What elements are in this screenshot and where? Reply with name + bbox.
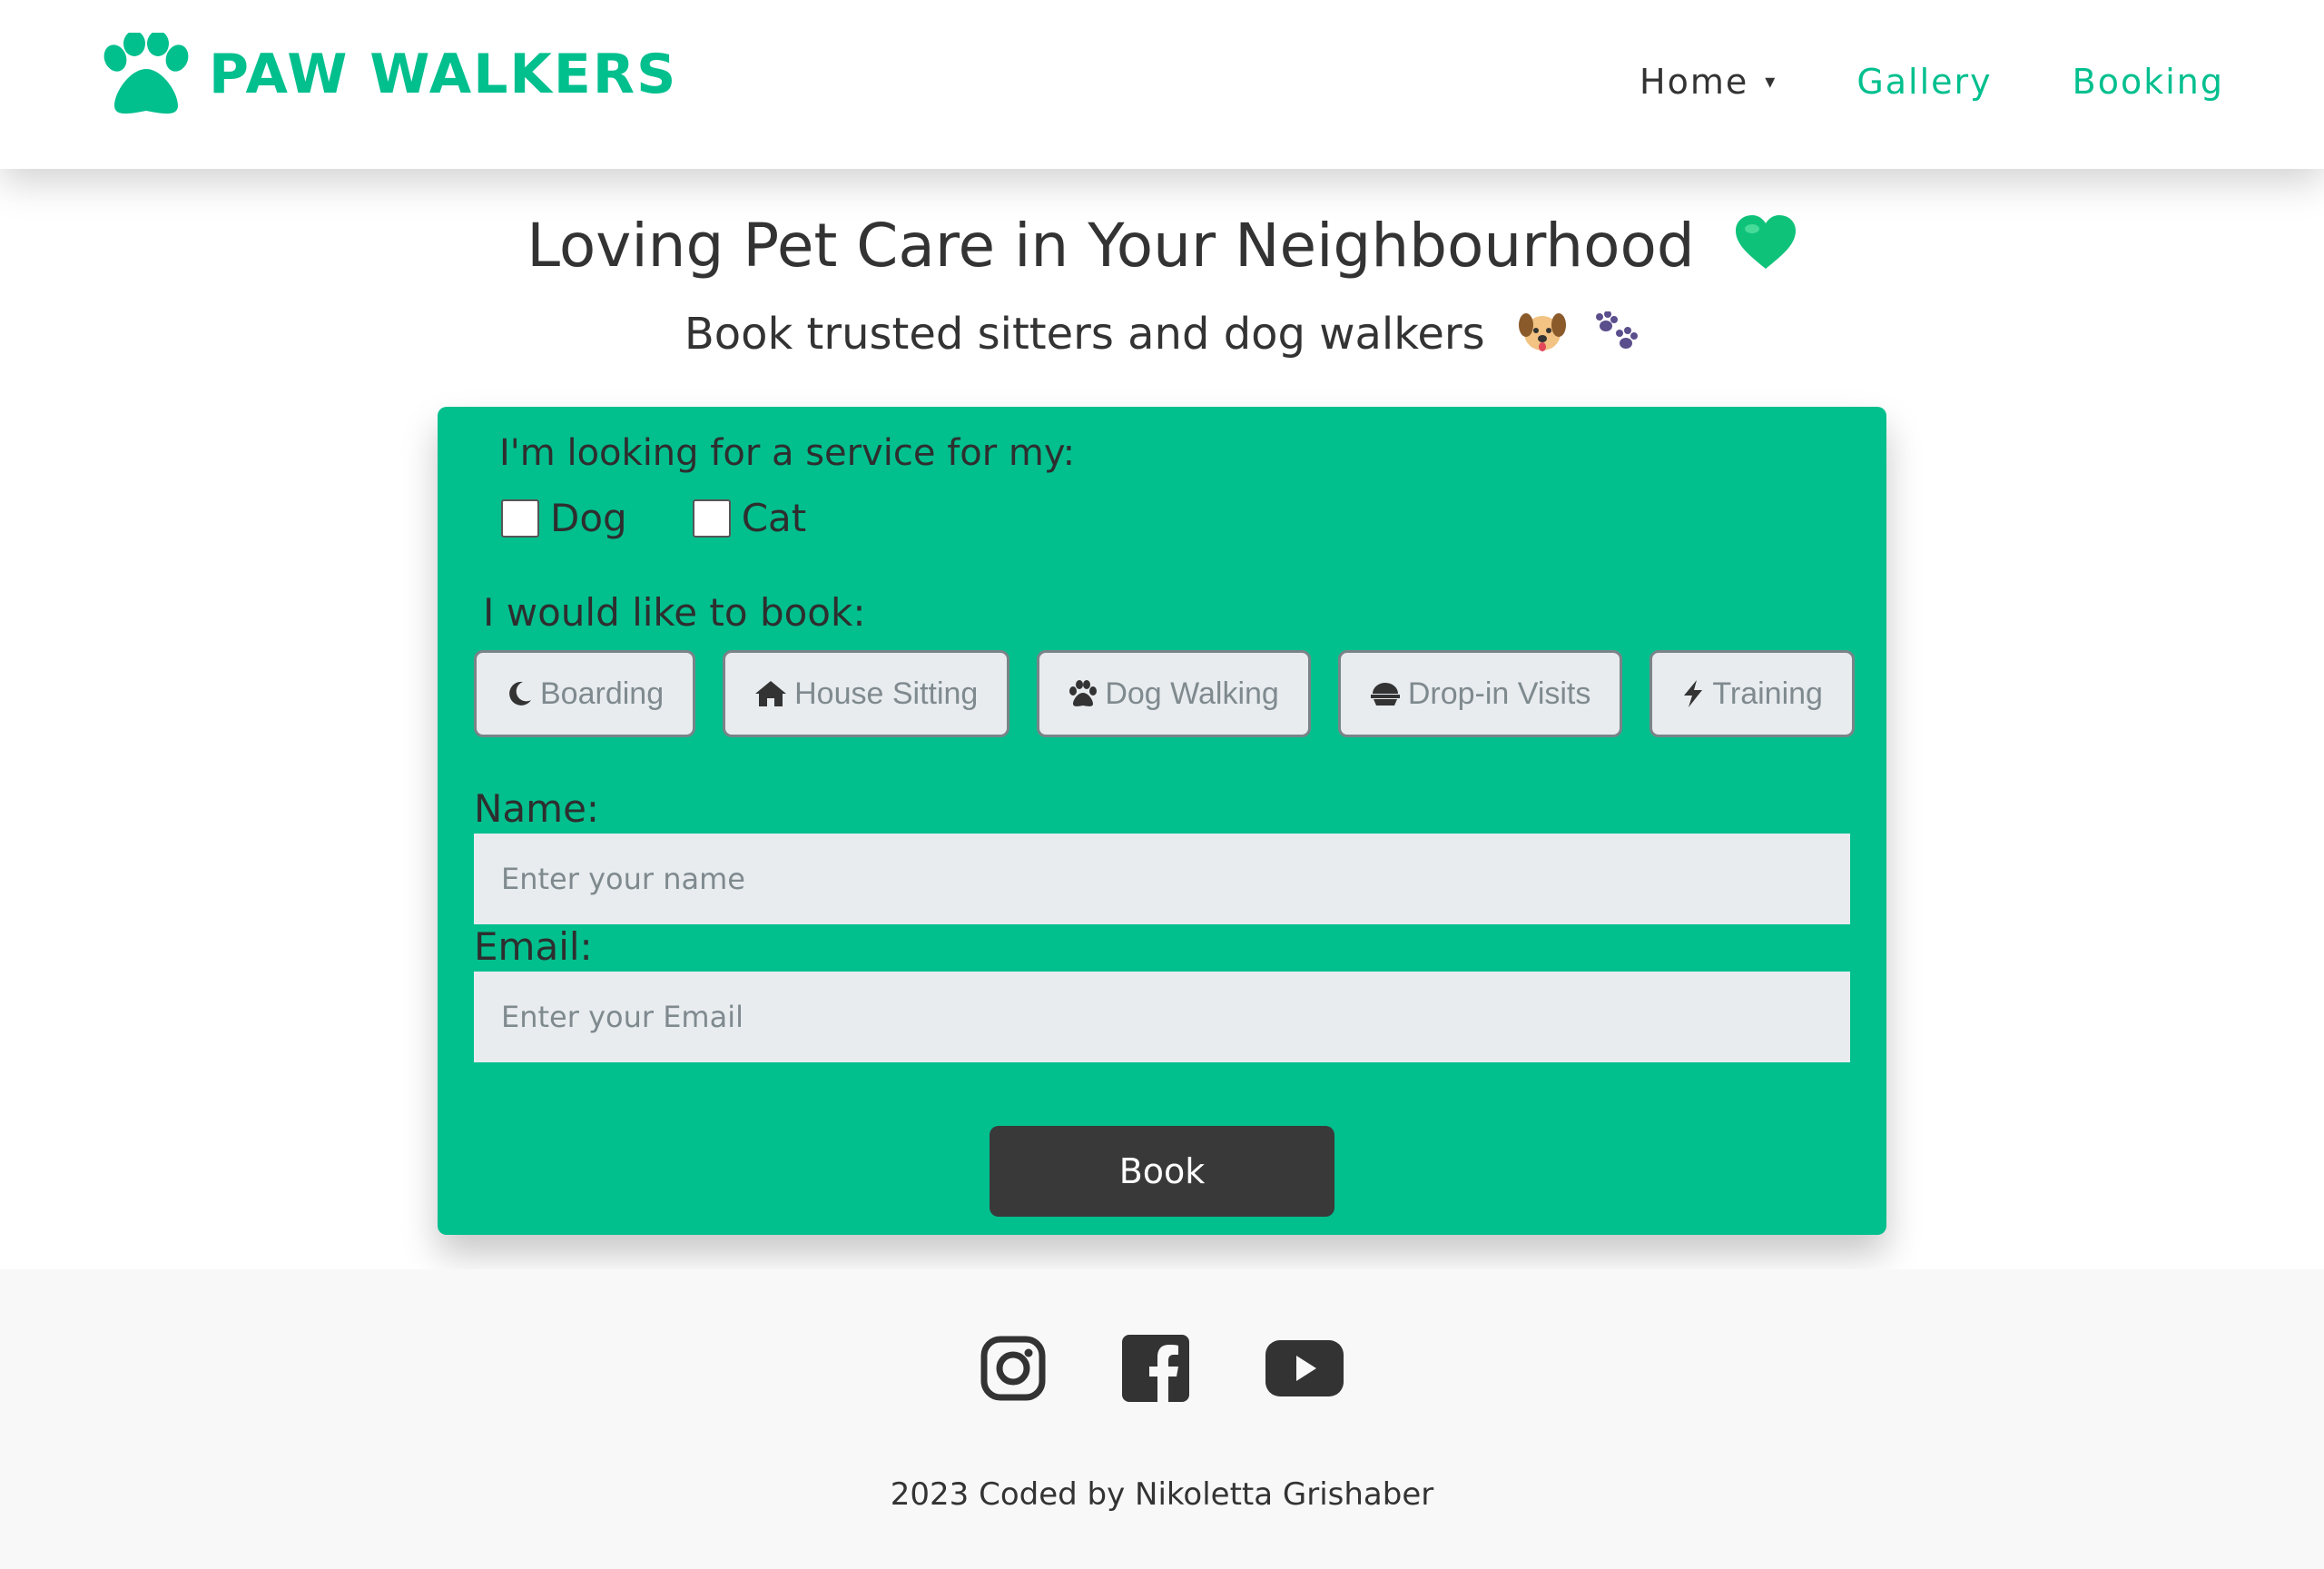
- book-question: I would like to book:: [483, 590, 866, 635]
- pet-question: I'm looking for a service for my:: [499, 432, 1076, 474]
- site-footer: 2023 Coded by Nikoletta Grishaber: [0, 1269, 2324, 1569]
- nav-home-label: Home: [1640, 62, 1749, 102]
- email-input[interactable]: [474, 972, 1850, 1062]
- hero-subtitle-text: Book trusted sitters and dog walkers: [684, 309, 1485, 360]
- booking-form: I'm looking for a service for my: Dog Ca…: [438, 407, 1886, 1235]
- service-dog-walking-button[interactable]: Dog Walking: [1037, 650, 1311, 737]
- bolt-icon: [1681, 679, 1705, 708]
- hero-title-text: Loving Pet Care in Your Neighbourhood: [527, 211, 1695, 281]
- social-links: [0, 1335, 2324, 1406]
- paw-prints-icon: [1592, 311, 1640, 362]
- nav-gallery[interactable]: Gallery: [1856, 62, 1992, 102]
- site-header: PAW WALKERS Home ▾ Gallery Booking: [0, 0, 2324, 169]
- bowl-icon: [1370, 680, 1401, 707]
- moon-icon: [506, 680, 533, 707]
- paw-icon: [1068, 680, 1098, 707]
- email-label: Email:: [474, 924, 593, 969]
- pet-option-label: Cat: [741, 496, 807, 540]
- pet-option-dog[interactable]: Dog: [501, 496, 627, 540]
- nav-home[interactable]: Home ▾: [1640, 62, 1777, 102]
- service-options: Boarding House Sitting Dog Walking Drop-…: [474, 650, 1855, 737]
- service-label: Dog Walking: [1105, 676, 1279, 711]
- service-label: Boarding: [540, 676, 665, 711]
- instagram-icon[interactable]: [980, 1336, 1046, 1405]
- paw-icon: [98, 33, 192, 116]
- service-training-button[interactable]: Training: [1649, 650, 1855, 737]
- service-label: Drop-in Visits: [1407, 676, 1591, 711]
- footer-credit: 2023 Coded by Nikoletta Grishaber: [890, 1476, 1434, 1513]
- cat-checkbox[interactable]: [692, 498, 731, 538]
- youtube-icon[interactable]: [1265, 1340, 1344, 1400]
- service-label: Training: [1712, 676, 1823, 711]
- brand-name: PAW WALKERS: [209, 43, 678, 106]
- pet-option-label: Dog: [550, 496, 627, 540]
- dog-face-icon: [1518, 309, 1566, 365]
- pet-option-cat[interactable]: Cat: [692, 496, 807, 540]
- service-boarding-button[interactable]: Boarding: [474, 650, 696, 737]
- hero-title: Loving Pet Care in Your Neighbourhood: [0, 211, 2324, 285]
- main-nav: Home ▾ Gallery Booking: [1640, 53, 2224, 111]
- house-icon: [754, 680, 787, 707]
- hero-subtitle: Book trusted sitters and dog walkers: [0, 309, 2324, 365]
- nav-booking[interactable]: Booking: [2073, 62, 2224, 102]
- name-input[interactable]: [474, 834, 1850, 924]
- chevron-down-icon: ▾: [1765, 70, 1777, 94]
- name-label: Name:: [474, 786, 600, 831]
- brand[interactable]: PAW WALKERS: [98, 31, 677, 118]
- pet-options: Dog Cat: [501, 496, 806, 540]
- green-heart-icon: [1734, 214, 1797, 285]
- facebook-icon[interactable]: [1122, 1335, 1189, 1406]
- service-drop-in-visits-button[interactable]: Drop-in Visits: [1337, 650, 1623, 737]
- service-label: House Sitting: [794, 676, 979, 711]
- book-button[interactable]: Book: [990, 1126, 1334, 1217]
- dog-checkbox[interactable]: [501, 498, 539, 538]
- service-house-sitting-button[interactable]: House Sitting: [723, 650, 1010, 737]
